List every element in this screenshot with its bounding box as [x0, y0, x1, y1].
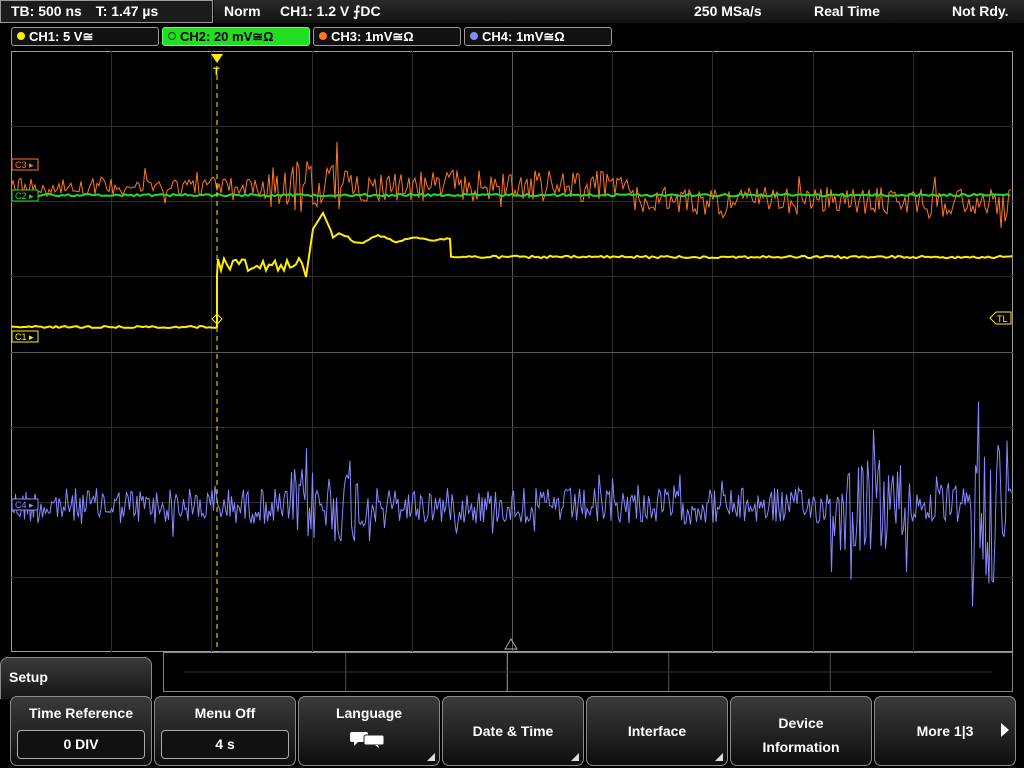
menu-title: Setup — [9, 669, 48, 685]
channel-tab-ch2[interactable]: CH2: 20 mV≅Ω — [162, 27, 310, 46]
interface-button[interactable]: Interface — [586, 696, 728, 766]
menu-title-tab: Setup — [0, 657, 152, 699]
status-bar: Norm CH1: 1.2 V ⨍DC 250 MSa/s Real Time … — [214, 0, 1024, 23]
submenu-indicator-icon — [427, 753, 435, 761]
softkey-title: Time Reference — [28, 705, 133, 721]
device-information-button[interactable]: Device Information — [730, 696, 872, 766]
menu-off-value[interactable]: 4 s — [161, 730, 289, 759]
channel-tab-ch1[interactable]: CH1: 5 V≅ — [11, 27, 159, 46]
timebase-box[interactable]: TB: 500 ns T: 1.47 µs — [0, 0, 213, 23]
ch2-dot-icon — [168, 32, 176, 40]
sample-rate: 250 MSa/s — [694, 3, 762, 19]
ch3-level-marker[interactable]: C3 ▸ — [11, 158, 39, 171]
menu-off-button[interactable]: Menu Off 4 s — [154, 696, 296, 766]
ch3-marker-label: C3 ▸ — [15, 160, 34, 170]
ch3-dot-icon — [319, 32, 327, 40]
next-page-arrow-icon — [1001, 723, 1009, 737]
channel-label: CH4: 1mV≅Ω — [482, 29, 565, 44]
overview-strip — [163, 652, 1013, 692]
speech-bubble-icon — [350, 732, 385, 748]
softkey-title: Menu Off — [194, 705, 256, 721]
status-indicator: Not Rdy. — [952, 3, 1009, 19]
ch1-dot-icon — [17, 32, 25, 40]
ch1-level-marker[interactable]: C1 ▸ — [11, 330, 39, 343]
trigger-top-label: T — [213, 66, 220, 78]
waveform-display[interactable]: T C3 ▸ C2 ▸ C1 ▸ C4 ▸ TL — [11, 51, 1013, 652]
date-time-button[interactable]: Date & Time — [442, 696, 584, 766]
softkey-title: More 1|3 — [916, 723, 974, 739]
softkey-title: Date & Time — [472, 723, 554, 739]
channel-label: CH1: 5 V≅ — [29, 29, 94, 44]
channel-label: CH3: 1mV≅Ω — [331, 29, 414, 44]
ch4-dot-icon — [470, 32, 478, 40]
language-button[interactable]: Language — [298, 696, 440, 766]
trigger-level-label: TL — [997, 314, 1008, 324]
acquisition-mode[interactable]: Norm — [224, 0, 261, 23]
softkey-title: Device Information — [731, 711, 871, 759]
submenu-indicator-icon — [715, 753, 723, 761]
channel-label: CH2: 20 mV≅Ω — [180, 29, 274, 44]
submenu-indicator-icon — [571, 753, 579, 761]
ch4-level-marker[interactable]: C4 ▸ — [11, 498, 39, 511]
softkey-title-line1: Device — [778, 715, 824, 731]
softkey-title: Language — [335, 705, 403, 721]
ch2-marker-label: C2 ▸ — [15, 191, 34, 201]
ch4-marker-label: C4 ▸ — [15, 500, 34, 510]
channel-tab-ch3[interactable]: CH3: 1mV≅Ω — [313, 27, 461, 46]
ch1-marker-label: C1 ▸ — [15, 332, 34, 342]
softkey-title: Interface — [627, 723, 687, 739]
trigger-time-value: T: 1.47 µs — [95, 3, 159, 19]
trigger-setting[interactable]: CH1: 1.2 V ⨍DC — [280, 0, 381, 23]
timebase-value: TB: 500 ns — [11, 3, 82, 19]
ch2-level-marker[interactable]: C2 ▸ — [11, 189, 39, 202]
acquisition-type: Real Time — [814, 3, 880, 19]
softkey-title-line2: Information — [762, 739, 840, 755]
more-button[interactable]: More 1|3 — [874, 696, 1016, 766]
channel-tab-ch4[interactable]: CH4: 1mV≅Ω — [464, 27, 612, 46]
time-reference-button[interactable]: Time Reference 0 DIV — [10, 696, 152, 766]
time-reference-value[interactable]: 0 DIV — [17, 730, 145, 759]
